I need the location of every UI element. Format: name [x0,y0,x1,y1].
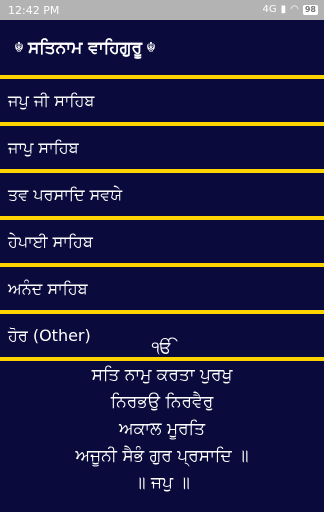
mool-mantar: ੴ ਸਤਿ ਨਾਮੁ ਕਰਤਾ ਪੁਰਖੁ ਨਿਰਭਉ ਨਿਰਵੈਰੁ ਅਕਾਲ… [0,335,324,497]
status-icons: 4G ▮ ◠ 98 [262,5,318,15]
menu-item-tav-prasad-savaiye[interactable]: ਤਵ ਪਰਸਾਦਿ ਸਵਯੇ [0,173,324,216]
menu-item-label: ਜਪੁ ਜੀ ਸਾਹਿਬ [8,90,95,110]
khanda-icon: ☬ [14,39,24,56]
battery-icon: 98 [302,5,318,15]
mool-mantar-line: ਸਤਿ ਨਾਮੁ ਕਰਤਾ ਪੁਰਖੁ [91,365,233,385]
ik-onkar: ੴ [151,338,173,358]
status-bar: 12:42 PM 4G ▮ ◠ 98 [0,0,324,20]
menu-item-label: ਤਵ ਪਰਸਾਦਿ ਸਵਯੇ [8,184,123,204]
mool-mantar-line: ਅਕਾਲ ਮੂਰਤਿ [118,419,206,439]
app-title: ਸਤਿਨਾਮ ਵਾਹਿਗੁਰੂ [27,37,143,58]
menu-item-label: ਜਾਪੁ ਸਾਹਿਬ [8,137,79,157]
app-bar: ☬ ਸਤਿਨਾਮ ਵਾਹਿਗੁਰੂ ☬ [0,20,324,75]
menu-item-japji-sahib[interactable]: ਜਪੁ ਜੀ ਸਾਹਿਬ [0,79,324,122]
mool-mantar-line: ਅਜੂਨੀ ਸੈਭੰ ਗੁਰ ਪ੍ਰਸਾਦਿ ॥ [75,446,249,466]
bani-menu: ਜਪੁ ਜੀ ਸਾਹਿਬ ਜਾਪੁ ਸਾਹਿਬ ਤਵ ਪਰਸਾਦਿ ਸਵਯੇ ਹ… [0,75,324,361]
mool-mantar-line: ਨਿਰਭਉ ਨਿਰਵੈਰੁ [110,392,214,412]
network-badge: 4G [262,4,277,15]
menu-item-jaap-sahib[interactable]: ਜਾਪੁ ਸਾਹਿਬ [0,126,324,169]
status-time: 12:42 PM [8,3,60,17]
menu-item-chaupai-sahib[interactable]: ਹੇਪਾਈ ਸਾਹਿਬ [0,220,324,263]
signal-icon: ▮ [280,4,287,15]
mool-mantar-line: ॥ ਜਪੁ ॥ [134,473,190,493]
menu-item-label: ਅਨੰਦ ਸਾਹਿਬ [8,278,88,298]
menu-item-anand-sahib[interactable]: ਅਨੰਦ ਸਾਹਿਬ [0,267,324,310]
menu-item-label: ਹੇਪਾਈ ਸਾਹਿਬ [8,231,93,251]
khanda-icon: ☬ [146,39,156,56]
wifi-icon: ◠ [290,4,299,15]
